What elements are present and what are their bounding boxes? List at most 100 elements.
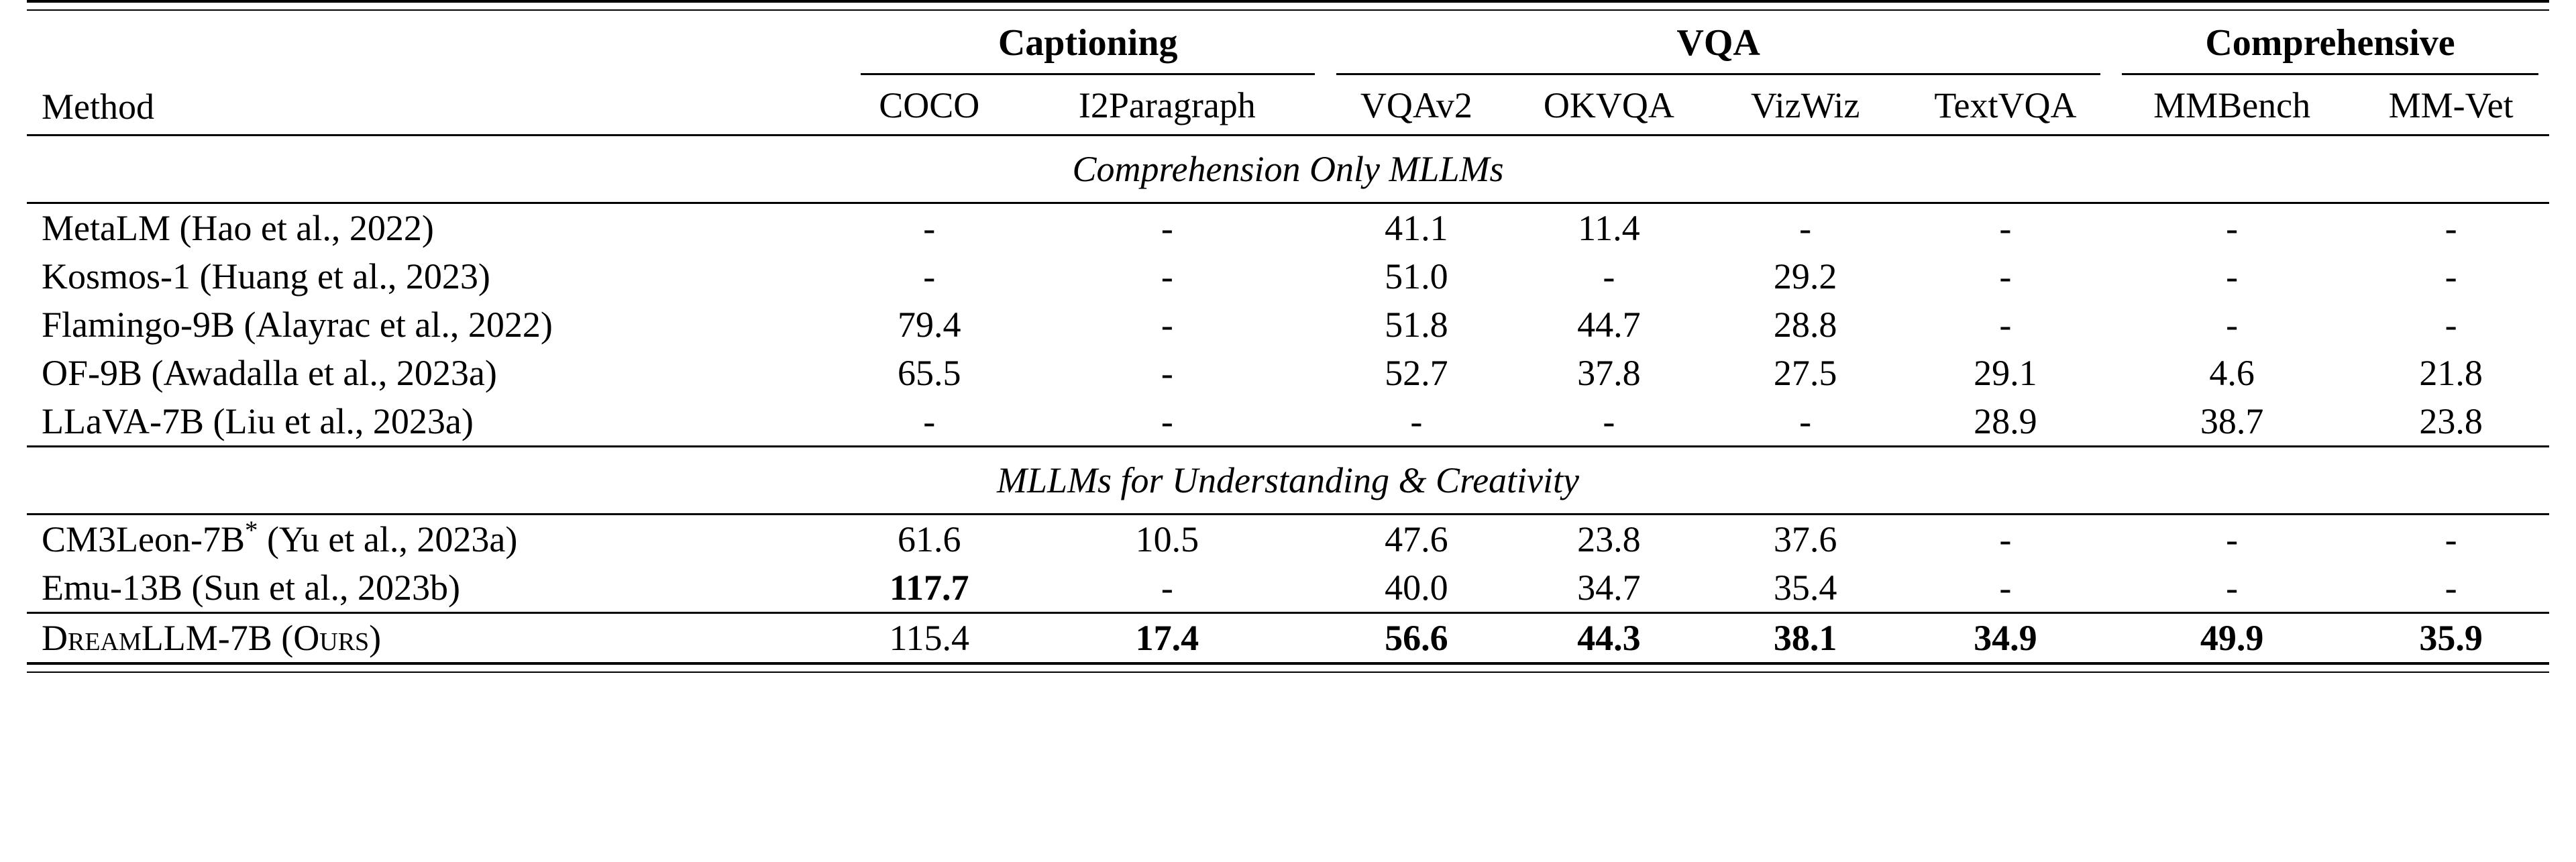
cell-mm-vet: - (2445, 519, 2457, 559)
group-header-captioning: Captioning (998, 22, 1178, 64)
cell-coco: 61.6 (898, 519, 961, 559)
column-header-coco: COCO (879, 85, 980, 125)
cell-coco: - (923, 401, 936, 441)
table-row[interactable]: LLaVA-7B (Liu et al., 2023a) - - - - - 28.9 38.… (27, 397, 2549, 447)
table-row[interactable]: MetaLM (Hao et al., 2022) - - 41.1 11.4 - - - - (27, 204, 2549, 252)
cell-coco: 117.7 (890, 568, 969, 608)
cell-okvqa: 34.7 (1577, 568, 1641, 608)
method-name: LLaVA-7B (Liu et al., 2023a) (42, 401, 474, 441)
cell-i2paragraph: - (1161, 256, 1173, 297)
table-top-rule (27, 0, 2549, 11)
cell-okvqa: 44.7 (1577, 305, 1641, 345)
cell-okvqa: 23.8 (1577, 519, 1641, 559)
cell-textvqa: 29.1 (1974, 353, 2037, 393)
cell-vizwiz: 38.1 (1773, 618, 1837, 658)
cell-vizwiz: 29.2 (1773, 256, 1837, 297)
rule-line (27, 0, 2549, 11)
cell-coco: - (923, 256, 936, 297)
cell-mmbench: 38.7 (2200, 401, 2264, 441)
method-label: CM3Leon-7B (42, 519, 245, 559)
group-rule-2 (2111, 70, 2549, 78)
cell-i2paragraph: 17.4 (1135, 618, 1199, 658)
cell-vqav2: 51.8 (1385, 305, 1448, 345)
group-header-row: Method Captioning VQA Comprehensive (27, 10, 2549, 125)
cell-vqav2: - (1410, 401, 1423, 441)
cell-vqav2: 41.1 (1385, 208, 1448, 248)
cell-mm-vet: - (2445, 208, 2457, 248)
cell-vizwiz: - (1799, 208, 1812, 248)
cell-mmbench: - (2226, 208, 2239, 248)
cell-textvqa: - (1999, 568, 2012, 608)
column-header-i2paragraph: I2Paragraph (1078, 85, 1256, 125)
column-header-vizwiz: VizWiz (1750, 85, 1860, 125)
cell-vqav2: 47.6 (1385, 519, 1448, 559)
cell-mm-vet: 35.9 (2419, 618, 2483, 658)
column-header-mmbench: MMBench (2153, 85, 2311, 125)
method-name: Kosmos-1 (Huang et al., 2023) (42, 256, 490, 297)
cell-vizwiz: 37.6 (1773, 519, 1837, 559)
method-citation: (Yu et al., 2023a) (258, 519, 518, 559)
cell-mmbench: - (2226, 256, 2239, 297)
cell-vqav2: 51.0 (1385, 256, 1448, 297)
table-row[interactable]: CM3Leon-7B* (Yu et al., 2023a) 61.6 10.5 47… (27, 515, 2549, 563)
method-name: Flamingo-9B (Alayrac et al., 2022) (42, 305, 553, 345)
group-header-comprehensive: Comprehensive (2205, 22, 2455, 64)
cell-mmbench: 4.6 (2209, 353, 2255, 393)
column-header-okvqa: OKVQA (1543, 85, 1674, 125)
cell-textvqa: 28.9 (1974, 401, 2037, 441)
column-header-method: Method (42, 87, 154, 127)
table-row[interactable]: DreamLLM-7B (Ours) 115.4 17.4 56.6 44.3 38.1 3… (27, 614, 2549, 663)
column-header-vqav2: VQAv2 (1360, 85, 1472, 125)
table-bottom-rule (27, 662, 2549, 673)
cell-mmbench: - (2226, 305, 2239, 345)
section-banner-row: Comprehension Only MLLMs (27, 136, 2549, 203)
cell-mm-vet: - (2445, 568, 2457, 608)
rule-line (27, 662, 2549, 673)
method-name: Emu-13B (Sun et al., 2023b) (42, 568, 460, 608)
method-name: OF-9B (Awadalla et al., 2023a) (42, 353, 497, 393)
cell-mm-vet: 21.8 (2419, 353, 2483, 393)
table-row[interactable]: Flamingo-9B (Alayrac et al., 2022) 79.4 - 5… (27, 301, 2549, 349)
cell-mm-vet: - (2445, 305, 2457, 345)
cell-vizwiz: 28.8 (1773, 305, 1837, 345)
cell-coco: 65.5 (898, 353, 961, 393)
column-header-mm-vet: MM-Vet (2388, 85, 2514, 125)
method-name: CM3Leon-7B* (Yu et al., 2023a) (27, 515, 850, 563)
cell-i2paragraph: - (1161, 353, 1173, 393)
results-table-container: Method Captioning VQA Comprehensive COCO I2Pa… (0, 0, 2576, 862)
cell-i2paragraph: 10.5 (1135, 519, 1199, 559)
benchmark-results-table: Method Captioning VQA Comprehensive COCO I2Pa… (27, 0, 2549, 673)
method-name: DreamLLM-7B (Ours) (42, 618, 382, 658)
cell-i2paragraph: - (1161, 305, 1173, 345)
cell-mmbench: 49.9 (2200, 618, 2264, 658)
table-row[interactable]: Emu-13B (Sun et al., 2023b) 117.7 - 40.0 34.… (27, 563, 2549, 613)
cell-i2paragraph: - (1161, 208, 1173, 248)
group-rule-1 (1326, 70, 2111, 78)
cell-vqav2: 56.6 (1385, 618, 1448, 658)
table-body: Method Captioning VQA Comprehensive COCO I2Pa… (27, 0, 2549, 673)
method-name: MetaLM (Hao et al., 2022) (42, 208, 434, 248)
cell-coco: 79.4 (898, 305, 961, 345)
cell-vizwiz: 27.5 (1773, 353, 1837, 393)
table-row[interactable]: OF-9B (Awadalla et al., 2023a) 65.5 - 52.7 3… (27, 349, 2549, 397)
cell-mmbench: - (2226, 568, 2239, 608)
cell-okvqa: 44.3 (1577, 618, 1641, 658)
group-rule-0 (850, 70, 1326, 78)
section-banner-row: MLLMs for Understanding & Creativity (27, 447, 2549, 515)
cell-vqav2: 40.0 (1385, 568, 1448, 608)
cell-okvqa: 37.8 (1577, 353, 1641, 393)
cell-textvqa: - (1999, 256, 2012, 297)
cell-i2paragraph: - (1161, 568, 1173, 608)
cell-coco: - (923, 208, 936, 248)
cell-coco: 115.4 (889, 618, 970, 658)
cell-vizwiz: - (1799, 401, 1812, 441)
cell-vqav2: 52.7 (1385, 353, 1448, 393)
cell-textvqa: - (1999, 305, 2012, 345)
column-header-textvqa: TextVQA (1934, 85, 2077, 125)
cell-mmbench: - (2226, 519, 2239, 559)
cell-i2paragraph: - (1161, 401, 1173, 441)
cell-textvqa: - (1999, 208, 2012, 248)
table-row[interactable]: Kosmos-1 (Huang et al., 2023) - - 51.0 - 29.2… (27, 252, 2549, 301)
cell-mm-vet: 23.8 (2419, 401, 2483, 441)
footnote-asterisk: * (245, 516, 258, 545)
